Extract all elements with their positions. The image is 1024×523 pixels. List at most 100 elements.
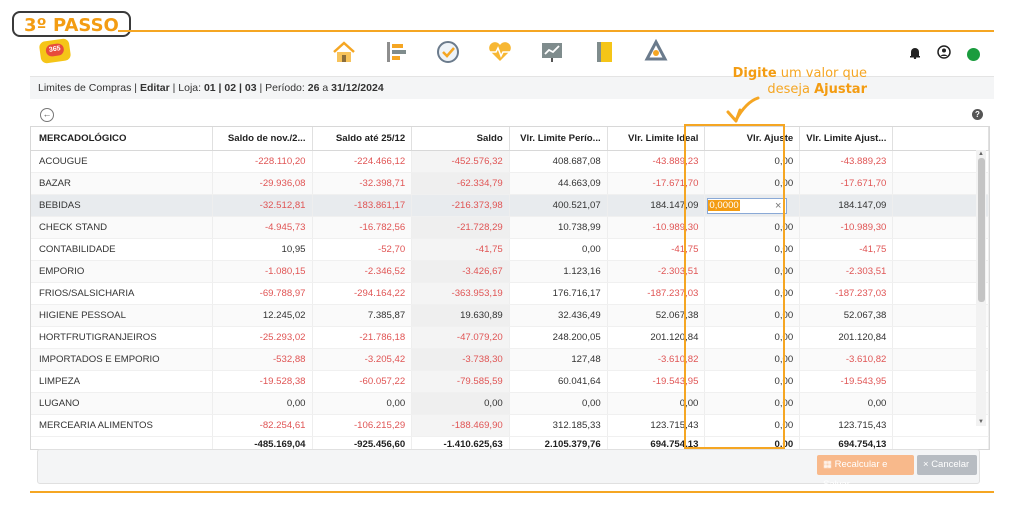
user-icon[interactable] [937,45,951,64]
callout-bold-1: Digite [732,66,777,81]
cell-c3: -21.728,29 [411,216,510,239]
cell-c6[interactable]: 0,00 [704,260,801,283]
cell-c6[interactable]: 0,0000 × [704,194,801,217]
recycle-icon[interactable] [642,38,670,66]
table-row[interactable]: CHECK STAND -4.945,73 -16.782,56 -21.728,29… [31,216,989,239]
cell-mercadologico: ACOUGUE [31,150,213,173]
callout-annotation: Digite um valor que deseja Ajustar [712,66,867,98]
table-row[interactable]: FRIOS/SALSICHARIA -69.788,97 -294.164,22 -3… [31,282,989,305]
cell-c1: -532,88 [212,348,313,371]
cell-c2: 7.385,87 [312,304,413,327]
cell-c4: 408.687,08 [509,150,608,173]
heartbeat-icon[interactable] [486,38,514,66]
cell-c3: 19.630,89 [411,304,510,327]
app-logo[interactable]: 365 [38,38,72,64]
cell-c7: 201.120,84 [799,326,894,349]
table-row[interactable]: EMPORIO -1.080,15 -2.346,52 -3.426,67 1.123,… [31,260,989,283]
chart-board-icon[interactable] [538,38,566,66]
table-row[interactable]: CONTABILIDADE 10,95 -52,70 -41,75 0,00 -41,75… [31,238,989,261]
cell-c4: 44.663,09 [509,172,608,195]
clear-icon[interactable]: × [775,199,781,213]
cell-c6[interactable]: 0,00 [704,392,801,415]
table-row[interactable]: BAZAR -29.936,08 -32.398,71 -62.334,79 44.66… [31,172,989,195]
cell-mercadologico: HORTFRUTIGRANJEIROS [31,326,213,349]
table-row[interactable]: IMPORTADOS E EMPORIO -532,88 -3.205,42 -3.7… [31,348,989,371]
table-row[interactable]: LIMPEZA -19.528,38 -60.057,22 -79.585,59 60.… [31,370,989,393]
breadcrumb-module: Limites de Compras | [38,82,140,94]
cell-empty [892,150,989,173]
table-row[interactable]: LUGANO 0,00 0,00 0,00 0,00 0,00 0,00 0,00 [31,392,989,415]
cell-c3: -3.738,30 [411,348,510,371]
cell-mercadologico: CONTABILIDADE [31,238,213,261]
cell-c5: -187.237,03 [607,282,706,305]
callout-arrow-icon [726,96,760,123]
total-c6: 0,00 [704,436,801,449]
cell-c4: 1.123,16 [509,260,608,283]
cell-empty [892,304,989,327]
cell-c6[interactable]: 0,00 [704,326,801,349]
logo-text: 365 [45,42,65,58]
table-row[interactable]: HIGIENE PESSOAL 12.245,02 7.385,87 19.630,8… [31,304,989,327]
cell-c6[interactable]: 0,00 [704,238,801,261]
col-header-saldo[interactable]: Saldo [411,127,510,151]
col-header-mercadologico[interactable]: MERCADOLÓGICO [31,127,213,151]
cell-c5: -10.989,30 [607,216,706,239]
status-online-dot [967,48,980,61]
cell-c1: -69.788,97 [212,282,313,305]
cell-mercadologico: HIGIENE PESSOAL [31,304,213,327]
bell-icon[interactable] [909,46,921,64]
cell-mercadologico: BAZAR [31,172,213,195]
total-c3: -1.410.625,63 [411,436,510,449]
col-header-saldo-ate[interactable]: Saldo até 25/12 [312,127,413,151]
col-header-ajuste[interactable]: Vlr. Ajuste [704,127,801,151]
cell-c7: 52.067,38 [799,304,894,327]
cancel-button[interactable]: × Cancelar [917,455,977,475]
table-row[interactable]: ACOUGUE -228.110,20 -224.466,12 -452.576,32… [31,150,989,173]
cell-mercadologico: IMPORTADOS E EMPORIO [31,348,213,371]
scroll-down-icon[interactable]: ▼ [978,419,984,425]
cell-c1: 10,95 [212,238,313,261]
cell-c5: 0,00 [607,392,706,415]
cell-c4: 127,48 [509,348,608,371]
callout-text-1: um valor que [776,66,867,81]
cell-c4: 0,00 [509,238,608,261]
col-header-limite-ajustado[interactable]: Vlr. Limite Ajust... [799,127,894,151]
cell-c5: -3.610,82 [607,348,706,371]
adjust-value-input[interactable]: 0,0000 × [707,197,788,214]
cell-c6[interactable]: 0,00 [704,216,801,239]
cell-c2: -3.205,42 [312,348,413,371]
cell-c3: -62.334,79 [411,172,510,195]
cell-mercadologico: BEBIDAS [31,194,213,217]
cell-c7: -187.237,03 [799,282,894,305]
cell-c6[interactable]: 0,00 [704,348,801,371]
step-badge: 3º PASSO [12,11,131,37]
cell-c6[interactable]: 0,00 [704,304,801,327]
col-header-limite-ideal[interactable]: Vlr. Limite Ideal [607,127,706,151]
recalc-save-button[interactable]: ▦ Recalcular e Salvar [817,455,914,490]
table-row[interactable]: BEBIDAS -32.512,81 -183.861,17 -216.373,98 4… [31,194,989,217]
scroll-up-icon[interactable]: ▲ [978,151,984,157]
col-header-limite-periodo[interactable]: Vlr. Limite Perío... [509,127,608,151]
grid-scroll-thumb[interactable] [978,158,985,302]
cell-c6[interactable]: 0,00 [704,172,801,195]
back-arrow-icon[interactable]: ← [40,108,54,122]
table-row[interactable]: MERCEARIA ALIMENTOS -82.254,61 -106.215,29… [31,414,989,437]
cell-c6[interactable]: 0,00 [704,282,801,305]
cell-c4: 176.716,17 [509,282,608,305]
home-icon[interactable] [330,38,358,66]
cell-c6[interactable]: 0,00 [704,150,801,173]
cell-c3: -452.576,32 [411,150,510,173]
cell-c6[interactable]: 0,00 [704,370,801,393]
notebook-icon[interactable] [590,38,618,66]
table-row[interactable]: HORTFRUTIGRANJEIROS -25.293,02 -21.786,18-… [31,326,989,349]
cell-c6[interactable]: 0,00 [704,414,801,437]
breadcrumb-mode: Editar [139,82,170,94]
col-header-saldo-nov[interactable]: Saldo de nov./2... [212,127,313,151]
cell-c3: 0,00 [411,392,510,415]
check-circle-icon[interactable] [434,38,462,66]
cell-c5: -19.543,95 [607,370,706,393]
total-c7: 694.754,13 [799,436,894,449]
list-icon[interactable] [382,38,410,66]
help-icon[interactable]: ? [972,109,983,120]
cell-c2: -294.164,22 [312,282,413,305]
